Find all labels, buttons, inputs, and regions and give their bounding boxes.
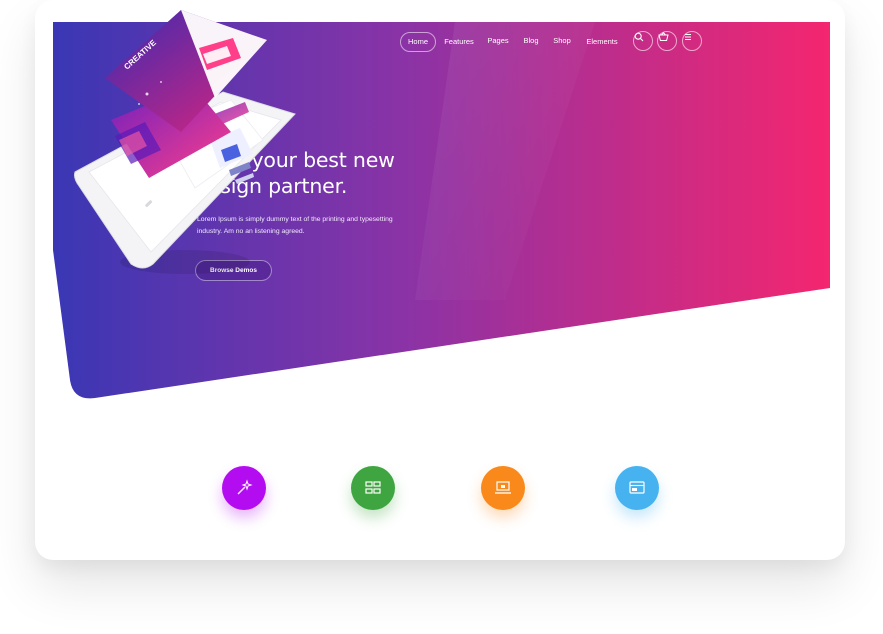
menu-button[interactable] <box>682 31 702 51</box>
feature-magic[interactable] <box>222 466 266 510</box>
feature-layout[interactable] <box>351 466 395 510</box>
nav-item-features[interactable]: Features <box>442 32 476 52</box>
hero-section: Munza. Home Features Pages Blog Shop Ele… <box>35 0 845 420</box>
device-mockup-illustration: CREATIVE <box>74 10 296 274</box>
magic-wand-icon <box>237 479 253 495</box>
feature-browser[interactable] <box>615 466 659 510</box>
nav-item-blog[interactable]: Blog <box>519 31 543 51</box>
nav-item-home[interactable]: Home <box>400 32 436 52</box>
menu-icon <box>685 34 691 40</box>
grid-layout-icon <box>365 481 381 494</box>
nav-item-pages[interactable]: Pages <box>484 31 512 51</box>
nav-item-elements[interactable]: Elements <box>583 32 621 52</box>
features-row <box>35 460 845 540</box>
search-button[interactable] <box>633 31 653 51</box>
search-icon <box>634 32 644 42</box>
browser-window-icon <box>629 481 645 494</box>
feature-responsive[interactable] <box>481 466 525 510</box>
laptop-icon <box>495 481 511 494</box>
browser-frame: Munza. Home Features Pages Blog Shop Ele… <box>35 0 845 560</box>
cart-icon <box>658 32 669 41</box>
nav-item-shop[interactable]: Shop <box>549 31 575 51</box>
cart-button[interactable] <box>657 31 677 51</box>
